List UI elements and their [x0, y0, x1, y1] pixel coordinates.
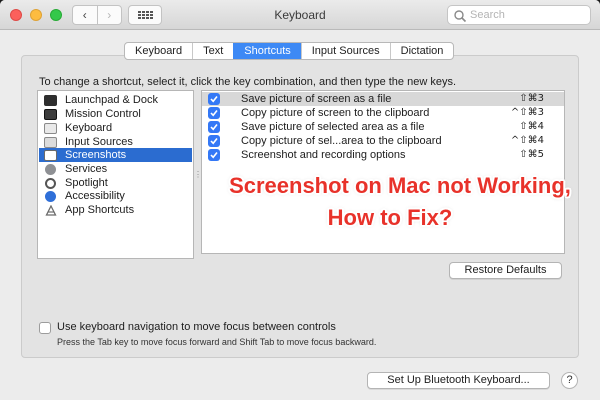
category-app-shortcuts[interactable]: App Shortcuts — [39, 203, 192, 217]
category-accessibility[interactable]: Accessibility — [39, 189, 192, 203]
category-label: App Shortcuts — [65, 204, 135, 216]
shortcut-row[interactable]: Screenshot and recording options ⇧⌘5 — [202, 148, 564, 162]
category-label: Launchpad & Dock — [65, 94, 158, 106]
keyboard-navigation-hint: Press the Tab key to move focus forward … — [57, 337, 377, 347]
shortcut-name: Save picture of screen as a file — [241, 93, 392, 105]
shortcut-checkbox[interactable] — [208, 121, 220, 133]
category-input-sources[interactable]: Input Sources — [39, 135, 192, 149]
shortcut-keys[interactable]: ⇧⌘4 — [519, 120, 544, 134]
category-mission-control[interactable]: Mission Control — [39, 107, 192, 121]
shortcut-row[interactable]: Save picture of screen as a file ⇧⌘3 — [202, 92, 564, 106]
checkmark-icon — [210, 138, 218, 145]
headline-line-1: Screenshot on Mac not Working, — [229, 173, 571, 198]
spotlight-icon — [45, 177, 56, 189]
headline-overlay: Screenshot on Mac not Working, How to Fi… — [200, 172, 580, 232]
shortcut-row[interactable]: Copy picture of sel...area to the clipbo… — [202, 134, 564, 148]
tab-shortcuts[interactable]: Shortcuts — [233, 43, 301, 59]
category-label: Screenshots — [65, 149, 127, 161]
screenshot-icon — [44, 149, 57, 161]
category-launchpad-dock[interactable]: Launchpad & Dock — [39, 93, 192, 107]
tab-text[interactable]: Text — [192, 43, 233, 59]
keyboard-icon — [44, 122, 57, 134]
shortcut-row[interactable]: Save picture of selected area as a file … — [202, 120, 564, 134]
shortcut-keys[interactable]: ^⇧⌘4 — [511, 134, 544, 148]
launchpad-icon — [44, 94, 57, 106]
set-up-bluetooth-keyboard-button[interactable]: Set Up Bluetooth Keyboard... — [367, 372, 550, 389]
restore-defaults-button[interactable]: Restore Defaults — [449, 262, 562, 279]
shortcut-name: Copy picture of sel...area to the clipbo… — [241, 135, 442, 147]
checkmark-icon — [210, 124, 218, 131]
checkmark-icon — [210, 110, 218, 117]
input-sources-icon — [44, 136, 57, 148]
category-screenshots[interactable]: Screenshots — [39, 148, 192, 162]
shortcut-name: Screenshot and recording options — [241, 149, 406, 161]
keyboard-navigation-checkbox[interactable] — [39, 322, 51, 334]
category-label: Input Sources — [65, 136, 133, 148]
shortcut-keys[interactable]: ⇧⌘5 — [519, 148, 544, 162]
mission-control-icon — [44, 108, 57, 120]
instruction-text: To change a shortcut, select it, click t… — [39, 76, 457, 88]
shortcut-name: Save picture of selected area as a file — [241, 121, 425, 133]
keyboard-preferences-window: ‹ › Keyboard Search Keyboard Text Shortc… — [0, 0, 600, 400]
accessibility-icon — [45, 190, 56, 202]
keyboard-navigation-label[interactable]: Use keyboard navigation to move focus be… — [57, 321, 336, 333]
app-shortcuts-icon — [44, 204, 57, 216]
category-label: Keyboard — [65, 122, 113, 134]
category-spotlight[interactable]: Spotlight — [39, 176, 192, 190]
checkmark-icon — [210, 96, 218, 103]
gear-icon — [45, 163, 56, 175]
search-field[interactable]: Search — [447, 5, 591, 25]
shortcut-checkbox[interactable] — [208, 149, 220, 161]
category-services[interactable]: Services — [39, 162, 192, 176]
shortcut-checkbox[interactable] — [208, 93, 220, 105]
category-label: Accessibility — [65, 190, 125, 202]
checkmark-icon — [210, 152, 218, 159]
category-keyboard[interactable]: Keyboard — [39, 121, 192, 135]
search-placeholder: Search — [470, 9, 505, 21]
shortcut-keys[interactable]: ^⇧⌘3 — [511, 106, 544, 120]
title-bar: ‹ › Keyboard Search — [0, 0, 600, 30]
shortcut-name: Copy picture of screen to the clipboard — [241, 107, 430, 119]
category-label: Services — [65, 163, 108, 175]
shortcut-checkbox[interactable] — [208, 135, 220, 147]
shortcut-row[interactable]: Copy picture of screen to the clipboard … — [202, 106, 564, 120]
tab-bar: Keyboard Text Shortcuts Input Sources Di… — [124, 42, 455, 60]
shortcut-checkbox[interactable] — [208, 107, 220, 119]
category-label: Mission Control — [65, 108, 141, 120]
category-label: Spotlight — [65, 177, 108, 189]
search-icon — [454, 10, 467, 23]
tab-dictation[interactable]: Dictation — [389, 43, 454, 59]
headline-line-2: How to Fix? — [327, 205, 453, 230]
shortcut-category-list: Launchpad & Dock Mission Control Keyboar… — [37, 90, 194, 259]
tab-keyboard[interactable]: Keyboard — [125, 43, 192, 59]
tab-input-sources[interactable]: Input Sources — [300, 43, 390, 59]
shortcut-keys[interactable]: ⇧⌘3 — [519, 92, 544, 106]
help-button[interactable]: ? — [561, 372, 578, 389]
